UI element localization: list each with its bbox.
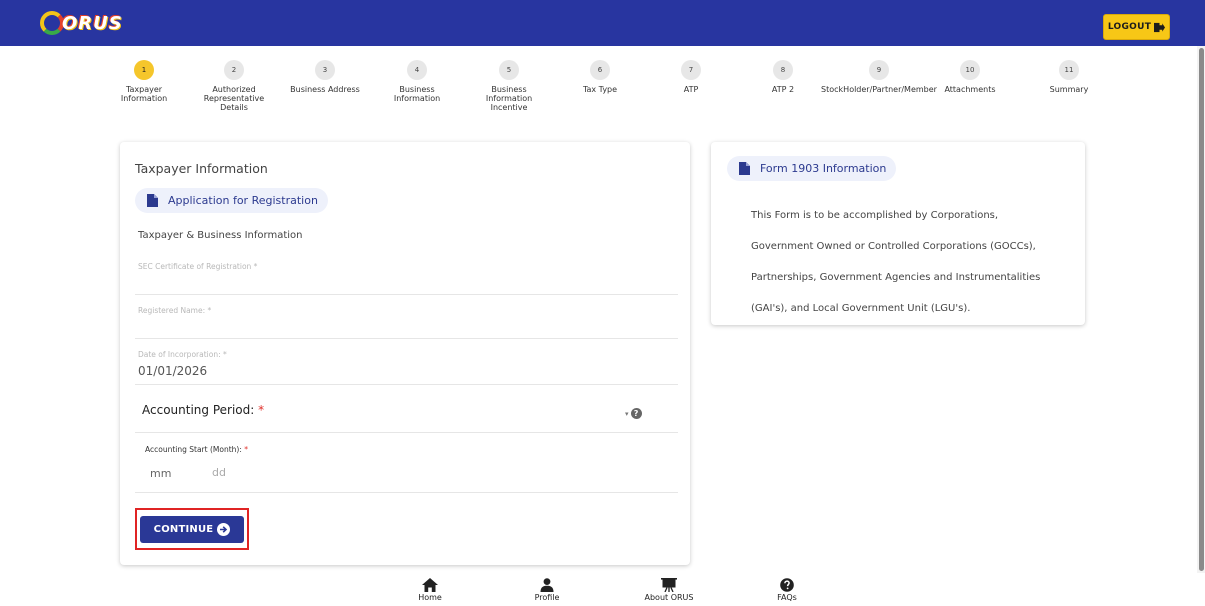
step-number: 1	[134, 60, 154, 80]
step-business-information[interactable]: 4 Business Information	[367, 60, 467, 103]
step-number: 5	[499, 60, 519, 80]
step-label: Taxpayer Information	[120, 85, 168, 103]
logo-ring-icon	[40, 11, 64, 35]
step-label: Attachments	[944, 85, 996, 94]
step-summary[interactable]: 11 Summary	[1019, 60, 1119, 94]
step-number: 9	[869, 60, 889, 80]
logout-label: LOGOUT	[1107, 22, 1152, 32]
step-label: Tax Type	[582, 85, 618, 94]
step-number: 10	[960, 60, 980, 80]
step-label: Authorized Representative Details	[203, 85, 265, 112]
continue-label: CONTINUE	[153, 524, 214, 535]
info-line: Government Owned or Controlled Corporati…	[751, 241, 1036, 252]
logo-text: ORUS	[62, 12, 123, 34]
chip-label: Form 1903 Information	[760, 162, 887, 175]
nav-about-orus[interactable]: About ORUS	[624, 578, 714, 602]
help-icon[interactable]: ?	[630, 408, 642, 419]
bottom-navigation: Home Profile About ORUS FAQs	[0, 573, 1197, 606]
profile-icon	[540, 578, 554, 592]
card-title: Taxpayer Information	[135, 161, 268, 176]
step-label: Summary	[1049, 85, 1089, 94]
document-icon	[147, 194, 158, 207]
step-business-address[interactable]: 3 Business Address	[275, 60, 375, 94]
date-of-incorporation-field[interactable]: Date of Incorporation: * 01/01/2026	[138, 350, 676, 378]
chip-label: Application for Registration	[168, 194, 318, 207]
form-info-chip: Form 1903 Information	[727, 156, 897, 181]
step-atp[interactable]: 7 ATP	[641, 60, 741, 94]
nav-label: FAQs	[777, 593, 797, 602]
step-number: 11	[1059, 60, 1079, 80]
step-label: Business Information	[393, 85, 441, 103]
info-line: This Form is to be accomplished by Corpo…	[751, 210, 999, 221]
nav-faqs[interactable]: FAQs	[742, 578, 832, 602]
page-scrollbar-thumb[interactable]	[1199, 48, 1204, 571]
accounting-period-text: Accounting Period:	[142, 403, 255, 417]
nav-home[interactable]: Home	[385, 578, 475, 602]
step-label: Business Address	[290, 85, 360, 94]
form-1903-info-card: Form 1903 Information This Form is to be…	[711, 142, 1085, 325]
step-authorized-representative[interactable]: 2 Authorized Representative Details	[184, 60, 284, 112]
help-icon	[780, 578, 794, 592]
step-number: 3	[315, 60, 335, 80]
field-value: 01/01/2026	[138, 364, 208, 378]
step-attachments[interactable]: 10 Attachments	[920, 60, 1020, 94]
sec-certificate-field[interactable]: SEC Certificate of Registration *	[138, 262, 676, 276]
step-taxpayer-information[interactable]: 1 Taxpayer Information	[94, 60, 194, 103]
home-icon	[422, 578, 438, 592]
step-number: 8	[773, 60, 793, 80]
divider	[135, 492, 678, 493]
field-label: SEC Certificate of Registration *	[138, 262, 258, 271]
presentation-icon	[661, 578, 677, 592]
step-label: Business Information Incentive	[485, 85, 533, 112]
accounting-start-text: Accounting Start (Month):	[145, 445, 242, 454]
logout-icon	[1154, 22, 1166, 32]
step-tax-type[interactable]: 6 Tax Type	[550, 60, 650, 94]
nav-profile[interactable]: Profile	[502, 578, 592, 602]
accounting-period-label: Accounting Period: *	[142, 403, 264, 417]
nav-label: About ORUS	[644, 593, 694, 602]
application-chip: Application for Registration	[135, 188, 328, 213]
document-icon	[739, 162, 750, 175]
step-number: 2	[224, 60, 244, 80]
divider	[135, 432, 678, 433]
step-number: 6	[590, 60, 610, 80]
nav-label: Home	[418, 593, 442, 602]
section-title: Taxpayer & Business Information	[138, 230, 303, 241]
step-number: 4	[407, 60, 427, 80]
divider	[135, 294, 678, 295]
logout-button[interactable]: LOGOUT	[1103, 14, 1170, 40]
nav-label: Profile	[534, 593, 560, 602]
divider	[135, 338, 678, 339]
registration-stepper: 1 Taxpayer Information 2 Authorized Repr…	[0, 60, 1190, 150]
field-label: Registered Name: *	[138, 306, 212, 315]
info-line: Partnerships, Government Agencies and In…	[751, 272, 1041, 283]
top-header: ORUS LOGOUT	[0, 0, 1205, 46]
required-marker: *	[244, 445, 248, 454]
step-number: 7	[681, 60, 701, 80]
taxpayer-information-card: Taxpayer Information Application for Reg…	[120, 142, 690, 565]
chevron-down-icon: ▾	[625, 409, 629, 418]
day-input[interactable]: dd	[212, 466, 226, 479]
registered-name-field[interactable]: Registered Name: *	[138, 306, 676, 320]
field-label: Date of Incorporation: *	[138, 350, 227, 359]
month-input[interactable]: mm	[150, 467, 171, 480]
step-label: ATP	[683, 85, 699, 94]
accounting-period-select[interactable]: ▾ ?	[625, 408, 642, 419]
arrow-right-icon	[217, 523, 231, 536]
step-business-information-incentive[interactable]: 5 Business Information Incentive	[459, 60, 559, 112]
orus-logo[interactable]: ORUS	[40, 9, 123, 37]
required-marker: *	[258, 403, 265, 417]
form-info-text: This Form is to be accomplished by Corpo…	[751, 200, 1071, 324]
info-line: (GAI's), and Local Government Unit (LGU'…	[751, 303, 971, 314]
divider	[135, 384, 678, 385]
accounting-start-label: Accounting Start (Month): *	[145, 445, 248, 454]
continue-button[interactable]: CONTINUE	[140, 516, 244, 543]
